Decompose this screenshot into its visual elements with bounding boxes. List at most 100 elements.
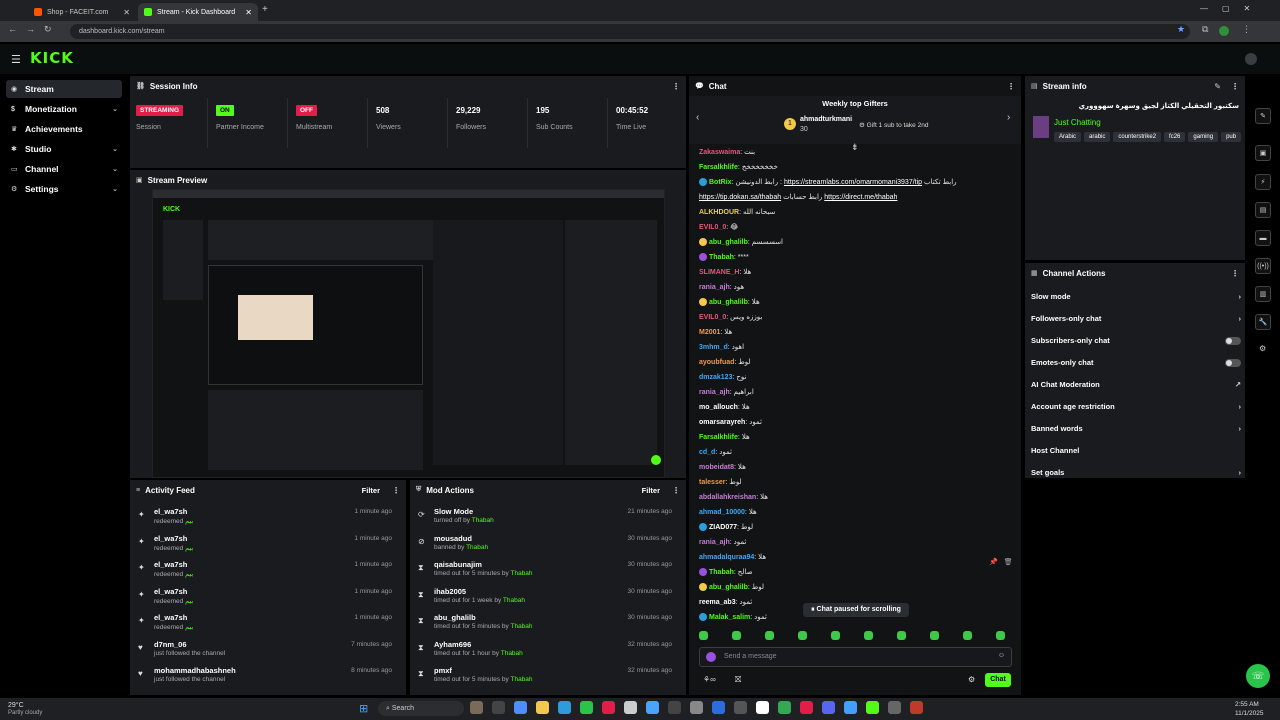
activity-user[interactable]: el_wa7sh [154,613,187,622]
mod-target[interactable]: mousadud [434,534,472,543]
filter-button[interactable]: Filter [362,486,380,495]
taskbar-app-icon[interactable] [800,701,813,714]
windows-start-icon[interactable]: ⊞ [359,702,372,715]
close-icon[interactable]: ✕ [123,8,130,17]
stream-tag[interactable]: fc26 [1164,132,1186,142]
sidebar-item-monetization[interactable]: $ Monetization ⌄ [6,100,122,118]
user-avatar[interactable] [1245,53,1257,65]
mod-by[interactable]: Thabah [510,676,532,683]
mod-target[interactable]: abu_ghalilb [434,613,476,622]
emote-icon[interactable] [831,631,840,640]
chat-username[interactable]: BotRix [709,179,732,186]
emote-icon[interactable] [732,631,741,640]
chat-username[interactable]: omarsarayreh [699,419,745,426]
chat-username[interactable]: Thabah [709,254,734,261]
chat-username[interactable]: abu_ghalilb [709,584,748,591]
taskbar-app-icon[interactable] [778,701,791,714]
chat-username[interactable]: abu_ghalilb [709,299,748,306]
sidebar-item-settings[interactable]: ⚙ Settings ⌄ [6,180,122,198]
chat-input[interactable]: Send a message ☺ [699,647,1012,667]
chat-icon[interactable]: ▬ [1255,230,1271,246]
window-controls[interactable]: —▢✕ [1200,4,1264,13]
chat-username[interactable]: rania_ajh [699,539,730,546]
taskbar-app-icon[interactable] [866,701,879,714]
emote-icon[interactable] [699,631,708,640]
chat-username[interactable]: M2001 [699,329,720,336]
chat-link[interactable]: https://direct.me/thabah [824,194,897,201]
emote-icon[interactable] [706,652,716,662]
chat-username[interactable]: 3mhm_d [699,344,728,351]
layout-icon[interactable]: ▥ [1255,286,1271,302]
channel-action-item[interactable]: Account age restriction › [1031,402,1241,411]
chat-username[interactable]: ALKHDOUR [699,209,739,216]
sidebar-item-channel[interactable]: ▭ Channel ⌄ [6,160,122,178]
channel-action-item[interactable]: Emotes-only chat [1031,358,1241,367]
gift-icon[interactable]: ⛝ [735,675,741,685]
chat-username[interactable]: Farsalkhlife [699,434,738,441]
taskbar-app-icon[interactable] [514,701,527,714]
chat-username[interactable]: mobeidat8 [699,464,734,471]
mod-target[interactable]: qaisabunajim [434,560,482,569]
reload-icon[interactable]: ↻ [44,24,52,35]
activity-user[interactable]: el_wa7sh [154,560,187,569]
sidebar-item-studio[interactable]: ✱ Studio ⌄ [6,140,122,158]
panel-menu-icon[interactable]: ⋮ [672,486,680,495]
mod-by[interactable]: Thabah [472,517,494,524]
emoji-picker-icon[interactable]: ☺ [998,652,1005,659]
chat-username[interactable]: ayoubfuad [699,359,734,366]
toggle-switch[interactable] [1225,358,1241,367]
crop-icon[interactable]: ▣ [1255,145,1271,161]
menu-dots-icon[interactable]: ⋮ [1242,24,1251,35]
settings-users-icon[interactable]: ⚘∞ [703,675,716,684]
taskbar-app-icon[interactable] [536,701,549,714]
kick-logo[interactable]: KICK [30,49,74,67]
close-icon[interactable]: ✕ [245,8,252,17]
chat-username[interactable]: ahmadalquraa94 [699,554,754,561]
taskbar-app-icon[interactable] [470,701,483,714]
mod-target[interactable]: ihab2005 [434,587,466,596]
taskbar-app-icon[interactable] [646,701,659,714]
panel-menu-icon[interactable]: ⋮ [1231,82,1239,91]
taskbar-app-icon[interactable] [668,701,681,714]
chat-username[interactable]: rania_ajh [699,284,730,291]
send-chat-button[interactable]: Chat [985,673,1011,687]
channel-action-item[interactable]: Host Channel [1031,446,1241,455]
edit-icon[interactable]: ✎ [1255,108,1271,124]
sidebar-item-achievements[interactable]: ♛ Achievements [6,120,122,138]
channel-action-item[interactable]: Slow mode › [1031,292,1241,301]
message-actions[interactable]: 📌🗑 [989,558,1019,566]
chat-username[interactable]: Thabah [709,569,734,576]
chat-username[interactable]: reema_ab3 [699,599,736,606]
chat-username[interactable]: SLIMANE_H [699,269,739,276]
mod-by[interactable]: Thabah [510,623,532,630]
taskbar-app-icon[interactable] [888,701,901,714]
taskbar-app-icon[interactable] [910,701,923,714]
emote-icon[interactable] [963,631,972,640]
stream-tag[interactable]: gaming [1188,132,1219,142]
activity-user[interactable]: d7nm_06 [154,640,187,649]
chat-username[interactable]: Zakaswaima [699,149,740,156]
emote-icon[interactable] [930,631,939,640]
edit-icon[interactable]: ✎ [1214,82,1221,91]
chevron-right-icon[interactable]: › [1007,112,1010,123]
chat-username[interactable]: abu_ghalilb [709,239,748,246]
profile-avatar[interactable] [1219,26,1229,36]
chat-username[interactable]: rania_ajh [699,389,730,396]
bookmark-star-icon[interactable]: ★ [1177,24,1185,35]
activity-user[interactable]: el_wa7sh [154,507,187,516]
emote-icon[interactable] [798,631,807,640]
hamburger-icon[interactable]: ☰ [11,53,21,66]
emote-icon[interactable] [765,631,774,640]
chat-settings-icon[interactable]: ⚙ [968,675,975,684]
mod-by[interactable]: Thabah [510,570,532,577]
stream-tag[interactable]: pub [1221,132,1242,142]
chat-username[interactable]: cd_d [699,449,715,456]
taskbar-app-icon[interactable] [580,701,593,714]
top-gifter-name[interactable]: ahmadturkmani [800,116,852,123]
activity-user[interactable]: mohammadhabashneh [154,666,236,675]
chat-username[interactable]: abdallahkreishan [699,494,756,501]
mod-by[interactable]: Thabah [466,544,488,551]
back-icon[interactable]: ← [8,24,17,34]
new-tab-icon[interactable]: + [262,4,268,15]
toggle-switch[interactable] [1225,336,1241,345]
